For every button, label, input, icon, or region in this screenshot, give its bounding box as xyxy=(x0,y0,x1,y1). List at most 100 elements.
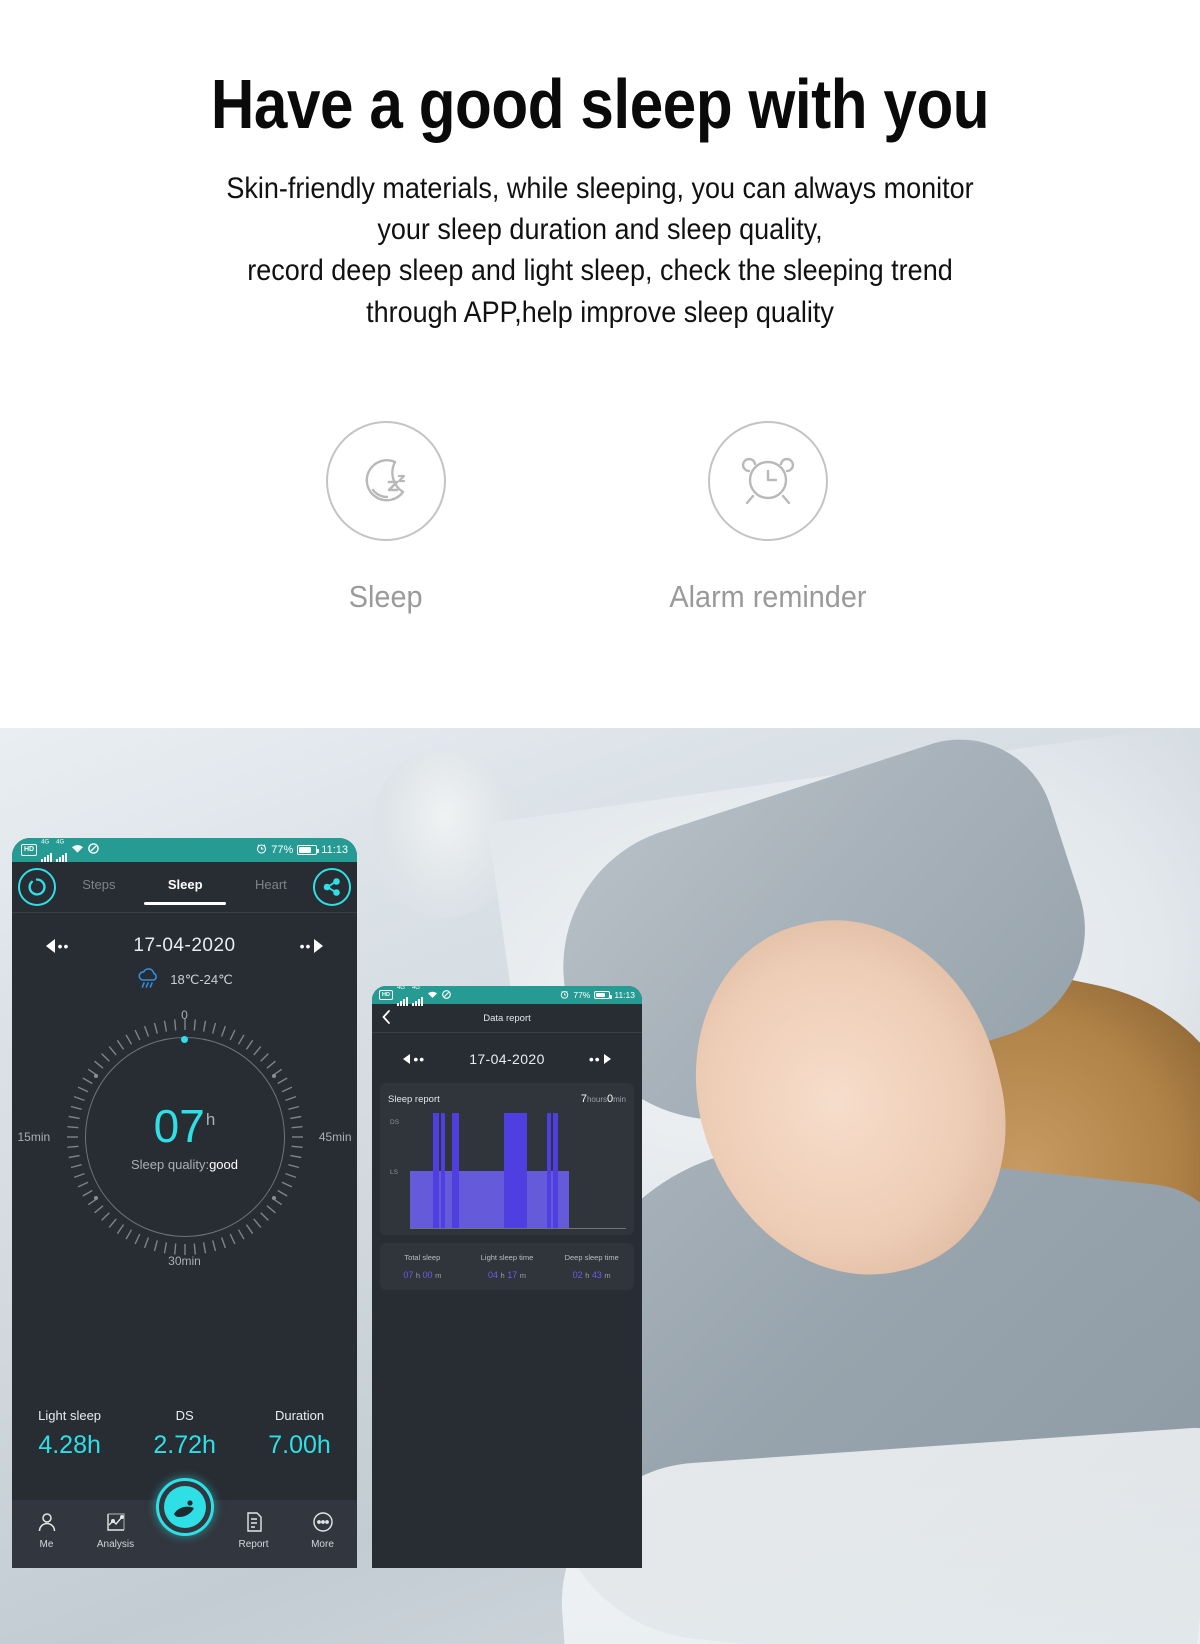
alarm-clock-icon xyxy=(733,444,803,519)
report-header: Data report xyxy=(372,1004,642,1032)
chart-bar-ls xyxy=(527,1170,547,1228)
battery-percent-2: 77% xyxy=(573,990,591,1000)
sleep-stage-chart: DS LS xyxy=(388,1113,626,1229)
nav-item-me[interactable]: Me xyxy=(18,1508,76,1550)
summary-light-m: 17 xyxy=(507,1270,518,1281)
report-next-triangle-icon xyxy=(603,1054,611,1064)
stat-duration: Duration 7.00h xyxy=(268,1408,331,1460)
prev-triangle-icon xyxy=(45,939,55,953)
nav-item-report[interactable]: Report xyxy=(225,1508,283,1550)
next-day-button[interactable]: •• xyxy=(300,939,324,953)
feature-list: Sleep Alarm reminder xyxy=(0,421,1200,615)
hero-section: Have a good sleep with you Skin-friendly… xyxy=(0,0,1200,333)
summary-light-sleep: Light sleep time 04 h 17 m xyxy=(465,1253,550,1280)
network-label-1: 4G xyxy=(41,838,50,845)
chart-bar-ls xyxy=(459,1170,505,1228)
app-logo-icon xyxy=(163,1486,206,1528)
sleep-hours-number: 07 xyxy=(153,1099,205,1152)
tab-sleep[interactable]: Sleep xyxy=(168,877,203,898)
nav-item-more-label: More xyxy=(311,1539,334,1550)
sleep-report-header: Sleep report 7hours0min xyxy=(388,1093,626,1105)
nav-item-more[interactable]: More xyxy=(294,1508,352,1550)
sleep-report-total: 7hours0min xyxy=(581,1093,626,1105)
summary-total-m: 00 xyxy=(422,1270,433,1281)
network-label-2-1: 4G xyxy=(396,986,405,991)
status-bar-2-right: 77% 11:13 xyxy=(560,990,635,1001)
previous-day-button[interactable]: •• xyxy=(45,938,70,954)
summary-deep-h-unit: h xyxy=(585,1271,590,1281)
phone-data-report-screen: HD 4G 4G 77% 11:13 Data report •• 17-04-… xyxy=(372,986,642,1568)
wifi-icon xyxy=(71,843,84,857)
dial-center: 07h Sleep quality:good xyxy=(60,1012,310,1262)
summary-light-m-unit: m xyxy=(519,1271,526,1281)
chart-icon xyxy=(105,1511,127,1536)
report-date-navigator: •• 17-04-2020 •• xyxy=(372,1033,642,1083)
chart-bar-ls xyxy=(557,1170,569,1228)
sleep-dial: 0 15min 45min 30min 07h Sleep quality:go… xyxy=(18,1008,352,1268)
hero-subtitle: Skin-friendly materials, while sleeping,… xyxy=(60,168,1140,334)
sleep-quality-value: good xyxy=(209,1156,238,1172)
summary-deep-m-unit: m xyxy=(604,1271,611,1281)
nav-item-report-label: Report xyxy=(238,1539,269,1550)
report-next-dots-icon: •• xyxy=(588,1051,601,1067)
tab-steps[interactable]: Steps xyxy=(82,877,115,898)
tab-bar: Steps Sleep Heart xyxy=(12,862,357,912)
summary-deep-sleep-label: Deep sleep time xyxy=(564,1253,619,1262)
total-hours-unit: hours xyxy=(586,1095,607,1104)
do-not-disturb-icon xyxy=(88,843,99,857)
hero-subtitle-line-4: through APP,help improve sleep quality xyxy=(366,295,834,329)
chart-plot-area xyxy=(410,1113,626,1229)
chart-axis-label-ls: LS xyxy=(390,1169,398,1176)
document-icon xyxy=(243,1511,265,1536)
sync-circle-icon[interactable] xyxy=(18,868,56,906)
page-title: Have a good sleep with you xyxy=(210,65,990,143)
feature-sleep-label: Sleep xyxy=(349,579,423,615)
status-bar-left: HD 4G 4G xyxy=(21,839,99,862)
summary-deep-h: 02 xyxy=(572,1270,583,1281)
report-prev-dots-icon: •• xyxy=(413,1051,426,1067)
report-next-day-button[interactable]: •• xyxy=(588,1051,611,1067)
battery-percent: 77% xyxy=(271,844,294,856)
summary-total-sleep: Total sleep 07 h 00 m xyxy=(380,1253,465,1280)
nav-item-analysis[interactable]: Analysis xyxy=(87,1508,145,1550)
chart-bar-ls xyxy=(410,1170,433,1228)
status-bar: HD 4G 4G 77% 11:13 xyxy=(12,838,357,862)
share-icon[interactable] xyxy=(313,868,351,906)
tab-heart[interactable]: Heart xyxy=(255,877,287,898)
sleep-hours-value: 07h xyxy=(154,1103,216,1149)
phone-sleep-screen: HD 4G 4G 77% 11:13 Steps Sleep Heart •• … xyxy=(12,838,357,1568)
sleep-quality-label: Sleep quality: xyxy=(131,1156,210,1172)
battery-icon xyxy=(297,845,320,855)
next-dots-icon: •• xyxy=(299,938,312,954)
stat-light-sleep-value: 4.28h xyxy=(38,1431,101,1459)
summary-light-h-unit: h xyxy=(500,1271,505,1281)
nav-item-analysis-label: Analysis xyxy=(96,1539,135,1550)
dial-label-right: 45min xyxy=(318,1130,352,1144)
summary-total-sleep-label: Total sleep xyxy=(404,1253,441,1262)
do-not-disturb-icon-2 xyxy=(442,989,451,1001)
signal-4g-first-icon-2: 4G xyxy=(396,986,408,1006)
report-previous-day-button[interactable]: •• xyxy=(403,1051,426,1067)
date-navigator: •• 17-04-2020 •• xyxy=(12,913,357,967)
hd-icon: HD xyxy=(21,844,38,856)
summary-total-h-unit: h xyxy=(415,1271,421,1281)
hero-subtitle-line-2: your sleep duration and sleep quality, xyxy=(377,212,823,246)
sleep-stats-row: Light sleep 4.28h DS 2.72h Duration 7.00… xyxy=(12,1408,357,1460)
nav-center-button[interactable] xyxy=(155,1478,214,1536)
moon-zzz-icon xyxy=(351,444,421,519)
chart-axis-label-ds: DS xyxy=(390,1119,400,1126)
hd-icon-2: HD xyxy=(379,990,393,1000)
stat-deep-sleep: DS 2.72h xyxy=(153,1408,216,1460)
tab-list: Steps Sleep Heart xyxy=(56,877,313,898)
summary-light-h: 04 xyxy=(488,1270,499,1281)
sleep-hours-unit: h xyxy=(205,1110,216,1130)
signal-4g-second-icon-2: 4G xyxy=(411,986,423,1006)
stat-light-sleep-label: Light sleep xyxy=(38,1408,102,1423)
prev-dots-icon: •• xyxy=(57,938,70,954)
sleep-report-title: Sleep report xyxy=(388,1094,440,1105)
feature-alarm: Alarm reminder xyxy=(662,421,874,615)
temperature-range: 18℃-24℃ xyxy=(170,971,233,987)
signal-4g-second-icon: 4G xyxy=(56,839,68,862)
alarm-icon xyxy=(256,843,267,857)
nav-item-me-label: Me xyxy=(39,1539,54,1550)
